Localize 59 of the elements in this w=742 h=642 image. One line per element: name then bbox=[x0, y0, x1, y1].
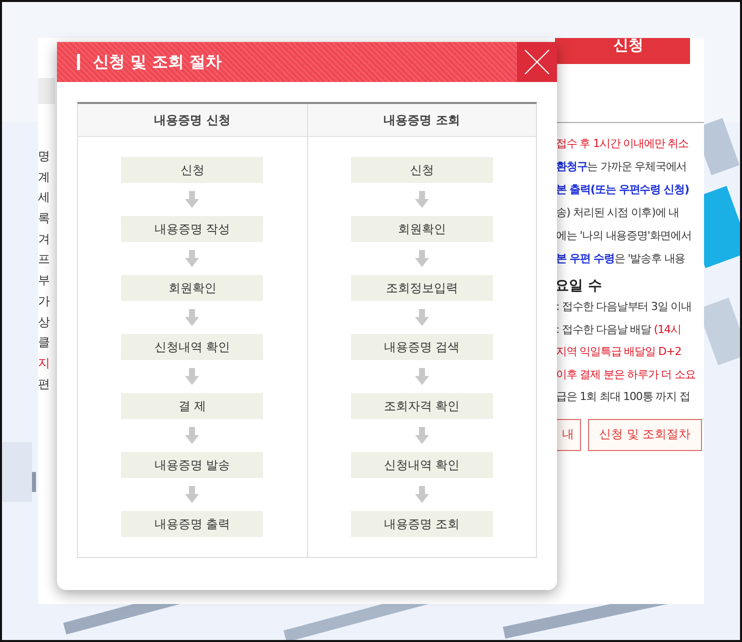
notice-text: 이후 결제 분은 하루가 더 소요 bbox=[555, 366, 696, 382]
down-arrow-icon bbox=[185, 368, 200, 385]
column-heading: 내용증명 조회 bbox=[308, 104, 536, 137]
down-arrow-icon bbox=[185, 250, 200, 267]
step-label: 내용증명 검색 bbox=[350, 334, 493, 360]
text-fragment: 록 bbox=[38, 210, 51, 226]
notice-text: 본 출력(또는 우편수령 신청) bbox=[555, 182, 690, 198]
apply-button[interactable]: 신청 bbox=[555, 38, 690, 64]
down-arrow-icon bbox=[414, 309, 429, 326]
down-arrow-icon bbox=[414, 427, 429, 444]
notice-text: : 접수한 다음날 배달 (14시 bbox=[555, 322, 682, 338]
text-fragment: 클 bbox=[38, 334, 51, 350]
text-fragment: 상 bbox=[38, 314, 51, 330]
column-heading: 내용증명 신청 bbox=[78, 104, 306, 137]
tab-button[interactable]: 내 bbox=[555, 418, 581, 450]
down-arrow-icon bbox=[414, 368, 429, 385]
step-label: 내용증명 발송 bbox=[121, 452, 264, 478]
notice-text: 지역 익일특급 배달일 D+2 bbox=[555, 344, 682, 360]
text-fragment: 가 bbox=[38, 292, 51, 309]
notice-text: : 접수한 다음날부터 3일 이내 bbox=[555, 299, 692, 315]
step-label: 조회정보입력 bbox=[350, 275, 493, 301]
down-arrow-icon bbox=[414, 191, 429, 208]
notice-text: 본 우편 수령은 '발송후 내용 bbox=[555, 251, 686, 267]
notice-text: 에는 '나의 내용증명'화면에서 bbox=[555, 228, 692, 244]
notice-text: 급은 1회 최대 100통 까지 접 bbox=[555, 389, 691, 405]
notice-text: 접수 후 1시간 이내에만 취소 bbox=[555, 136, 690, 152]
step-label: 신청 bbox=[350, 157, 493, 183]
notice-text: 환청구는 가까운 우체국에서 bbox=[555, 159, 688, 175]
text-fragment: 편 bbox=[38, 376, 51, 392]
text-fragment: 지 bbox=[38, 354, 51, 371]
down-arrow-icon bbox=[414, 486, 429, 503]
text-fragment: 명 bbox=[38, 148, 51, 164]
step-label: 신청내역 확인 bbox=[121, 334, 264, 360]
tab-button[interactable]: 신청 및 조회절차 bbox=[588, 418, 702, 450]
menu-bar bbox=[38, 78, 55, 104]
down-arrow-icon bbox=[185, 309, 200, 326]
close-icon bbox=[524, 49, 550, 75]
step-label: 결 제 bbox=[121, 393, 264, 419]
dialog-title: 신청 및 조회 절차 bbox=[77, 54, 222, 70]
down-arrow-icon bbox=[185, 427, 200, 444]
close-button[interactable] bbox=[517, 42, 557, 82]
step-label: 신청 bbox=[121, 157, 264, 183]
step-label: 내용증명 조회 bbox=[350, 511, 493, 537]
text-fragment: 부 bbox=[38, 272, 51, 288]
step-label: 내용증명 작성 bbox=[121, 216, 264, 242]
down-arrow-icon bbox=[185, 191, 200, 208]
step-label: 내용증명 출력 bbox=[121, 511, 264, 537]
down-arrow-icon bbox=[185, 486, 200, 503]
notice-text: 송) 처리된 시점 이후)에 내 bbox=[555, 205, 680, 221]
down-arrow-icon bbox=[414, 250, 429, 267]
step-label: 회원확인 bbox=[121, 275, 264, 301]
text-fragment: 계 bbox=[38, 168, 51, 185]
step-label: 신청내역 확인 bbox=[350, 452, 493, 478]
text-fragment: 겨 bbox=[38, 230, 51, 247]
text-fragment: 세 bbox=[38, 189, 51, 206]
step-label: 조회자격 확인 bbox=[350, 393, 493, 419]
step-label: 회원확인 bbox=[350, 216, 493, 242]
text-fragment: 프 bbox=[38, 251, 51, 268]
section-heading: 요일 수 bbox=[555, 277, 603, 296]
